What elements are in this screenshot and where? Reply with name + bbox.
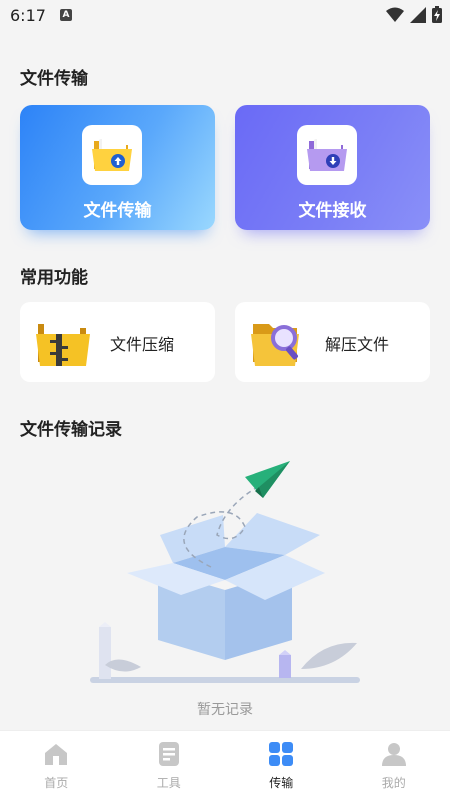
decompress-file-label: 解压文件 xyxy=(325,335,390,354)
wifi-icon xyxy=(386,7,404,22)
status-time: 6:17 xyxy=(10,6,46,25)
tab-transfer[interactable]: 传输 xyxy=(225,731,338,800)
signal-icon xyxy=(410,6,426,23)
status-bar: 6:17 A xyxy=(0,0,450,32)
receive-file-label: 文件接收 xyxy=(298,201,367,221)
zip-folder-icon xyxy=(36,318,90,368)
compress-file-label: 文件压缩 xyxy=(110,335,175,354)
send-file-card[interactable]: 文件传输 xyxy=(20,105,215,230)
send-file-label: 文件传输 xyxy=(83,201,152,221)
section-title-common: 常用功能 xyxy=(20,268,88,288)
notification-a-icon: A xyxy=(60,9,72,21)
compress-file-button[interactable]: 文件压缩 xyxy=(20,302,215,382)
folder-download-icon xyxy=(297,125,357,185)
decompress-file-button[interactable]: 解压文件 xyxy=(235,302,430,382)
unzip-folder-icon xyxy=(251,318,305,368)
tab-profile-label: 我的 xyxy=(381,776,406,790)
status-icons xyxy=(386,6,442,23)
tools-icon xyxy=(156,741,182,767)
receive-file-card[interactable]: 文件接收 xyxy=(235,105,430,230)
tab-home[interactable]: 首页 xyxy=(0,731,113,800)
tab-transfer-label: 传输 xyxy=(269,776,294,790)
empty-box-icon xyxy=(85,455,370,690)
empty-state-text: 暂无记录 xyxy=(197,702,253,718)
section-title-records: 文件传输记录 xyxy=(20,420,122,440)
folder-upload-icon xyxy=(82,125,142,185)
battery-charging-icon xyxy=(432,6,442,23)
bottom-tab-bar: 首页 工具 传输 我的 xyxy=(0,730,450,800)
tab-home-label: 首页 xyxy=(44,776,69,790)
home-icon xyxy=(43,741,69,767)
profile-icon xyxy=(381,741,407,767)
section-title-transfer: 文件传输 xyxy=(20,69,88,89)
tab-tools[interactable]: 工具 xyxy=(113,731,226,800)
transfer-grid-icon xyxy=(268,741,294,767)
tab-tools-label: 工具 xyxy=(156,776,181,790)
tab-profile[interactable]: 我的 xyxy=(338,731,450,800)
